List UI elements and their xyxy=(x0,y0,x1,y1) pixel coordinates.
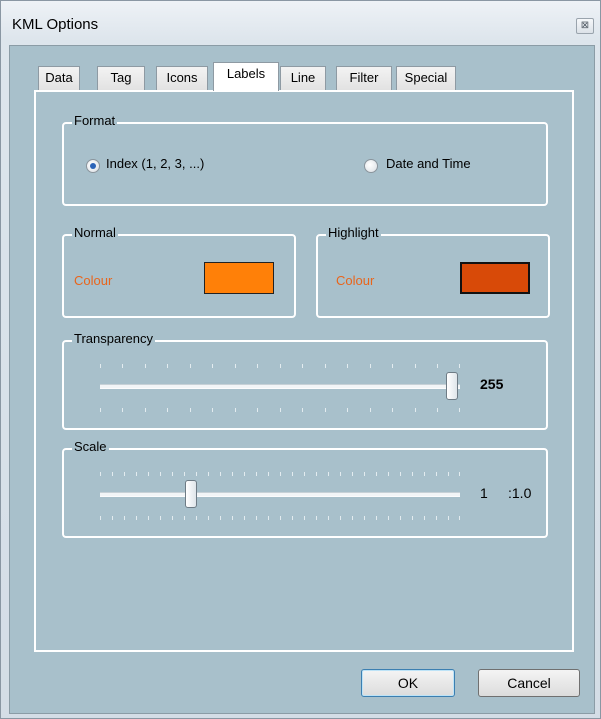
tab-tag[interactable]: Tag xyxy=(97,66,145,90)
title-bar: KML Options ⊠ xyxy=(1,1,600,45)
close-icon[interactable]: ⊠ xyxy=(576,18,594,34)
index-radio-label: Index (1, 2, 3, ...) xyxy=(106,156,205,171)
normal-group-title: Normal xyxy=(72,225,118,240)
normal-colour-swatch[interactable] xyxy=(204,262,274,294)
scale-value: 1 xyxy=(480,485,488,501)
ok-button[interactable]: OK xyxy=(361,669,455,697)
highlight-group-title: Highlight xyxy=(326,225,381,240)
cancel-button[interactable]: Cancel xyxy=(478,669,580,697)
transparency-slider-track[interactable] xyxy=(100,384,460,389)
normal-colour-label: Colour xyxy=(74,273,113,288)
transparency-group: Transparency 255 xyxy=(62,331,548,430)
transparency-ticks-bottom xyxy=(100,408,460,412)
transparency-group-title: Transparency xyxy=(72,331,155,346)
date-time-radio[interactable] xyxy=(364,159,378,173)
scale-ratio: :1.0 xyxy=(508,485,532,501)
normal-group: Normal Colour xyxy=(62,225,296,318)
date-time-radio-label: Date and Time xyxy=(386,156,471,171)
window-title: KML Options xyxy=(12,16,99,33)
format-group: Format Index (1, 2, 3, ...) Date and Tim… xyxy=(62,113,548,206)
scale-group-title: Scale xyxy=(72,439,109,454)
scale-group: Scale 1 :1.0 xyxy=(62,439,548,538)
tab-data[interactable]: Data xyxy=(38,66,80,90)
tab-icons[interactable]: Icons xyxy=(156,66,208,90)
tab-labels[interactable]: Labels xyxy=(213,62,279,91)
transparency-ticks-top xyxy=(100,364,460,368)
transparency-slider-thumb[interactable] xyxy=(446,372,458,400)
index-radio[interactable] xyxy=(86,159,100,173)
highlight-colour-label: Colour xyxy=(336,273,375,288)
scale-ticks-bottom xyxy=(100,516,460,520)
format-group-title: Format xyxy=(72,113,118,128)
labels-tab-panel: Format Index (1, 2, 3, ...) Date and Tim… xyxy=(34,90,574,652)
scale-slider-thumb[interactable] xyxy=(185,480,197,508)
tab-special[interactable]: Special xyxy=(396,66,456,90)
highlight-colour-swatch[interactable] xyxy=(460,262,530,294)
tab-filter[interactable]: Filter xyxy=(336,66,392,90)
highlight-group: Highlight Colour xyxy=(316,225,550,318)
tab-line[interactable]: Line xyxy=(280,66,326,90)
kml-options-window: KML Options ⊠ Data Tag Icons Labels Line… xyxy=(0,0,601,719)
scale-ticks-top xyxy=(100,472,460,476)
scale-slider-track[interactable] xyxy=(100,492,460,497)
dialog-client-area: Data Tag Icons Labels Line Filter Specia… xyxy=(9,45,595,714)
transparency-value: 255 xyxy=(480,376,504,392)
